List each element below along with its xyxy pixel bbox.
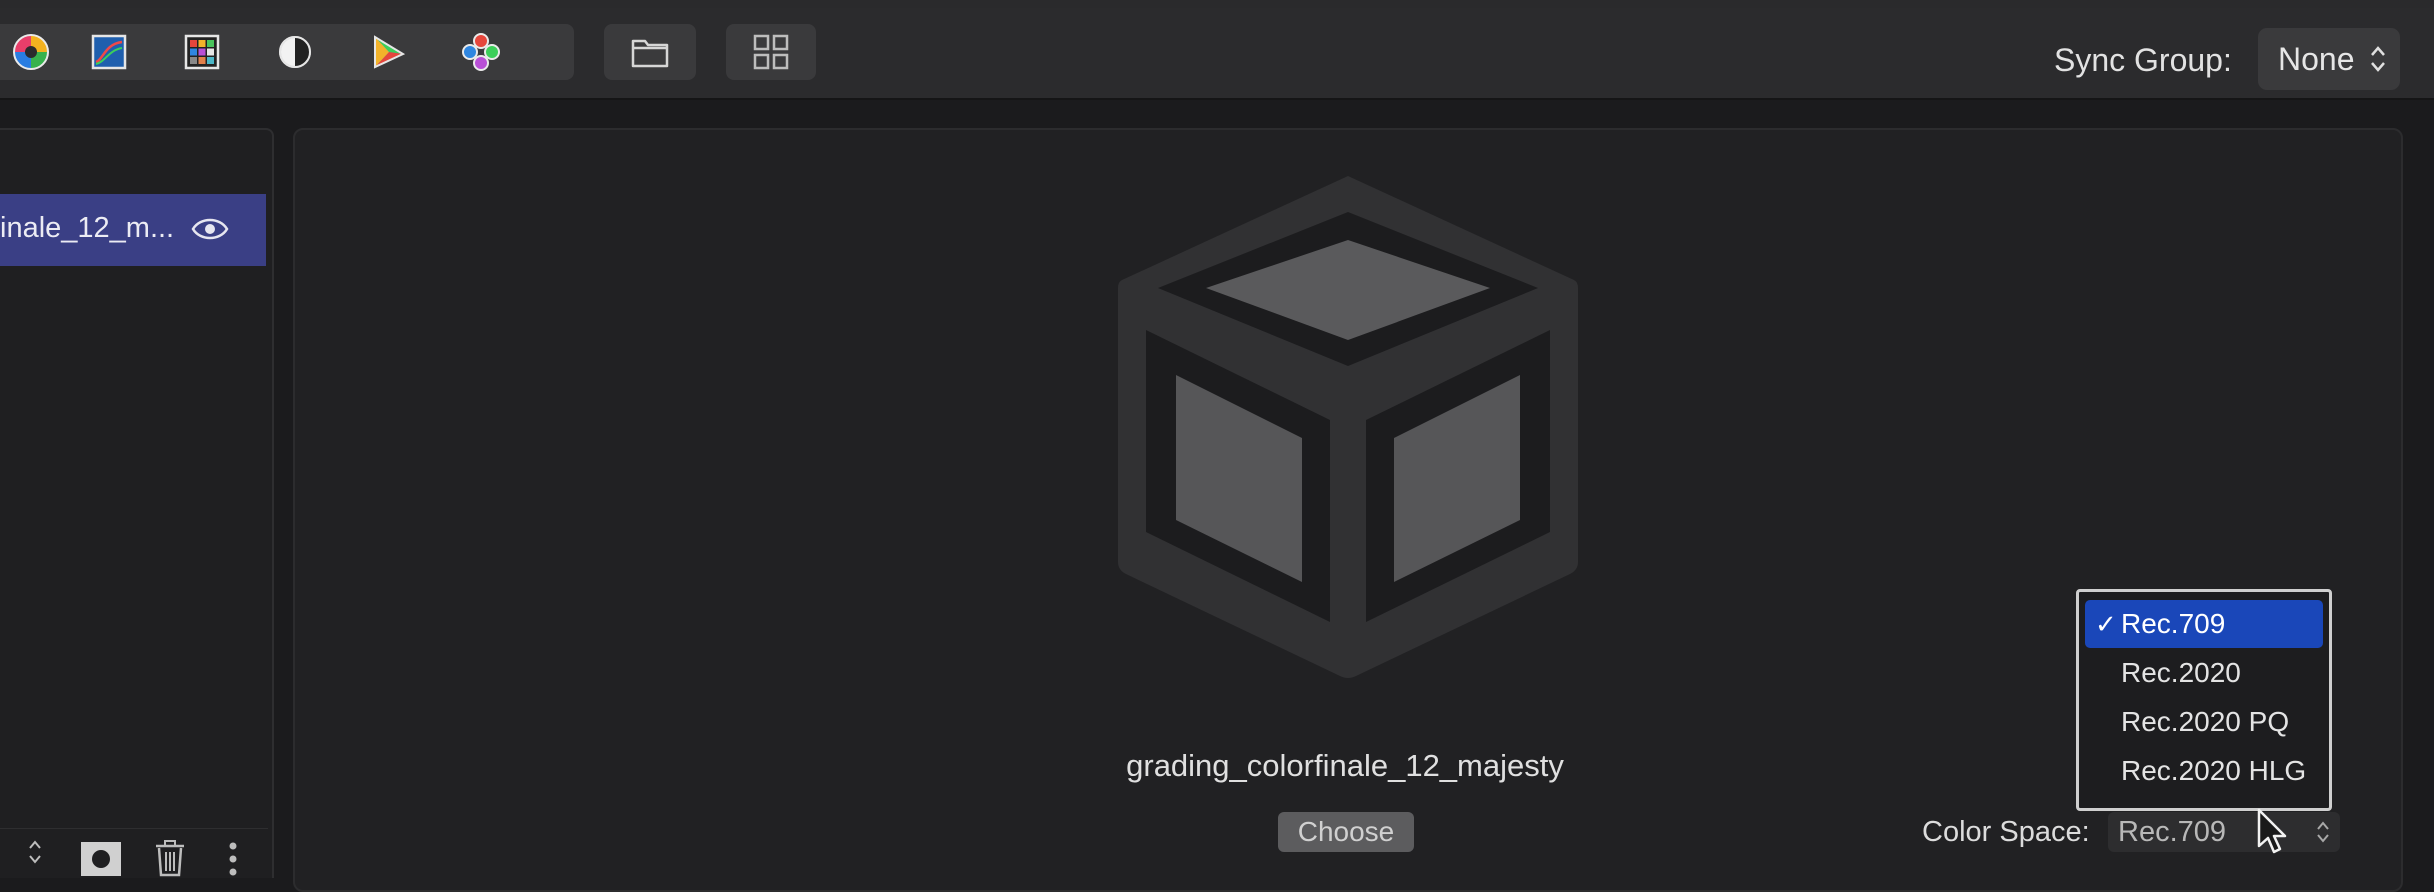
layer-row[interactable]: inale_12_m... xyxy=(0,194,266,266)
color-wheel-button[interactable] xyxy=(0,24,62,80)
chevron-updown-icon xyxy=(2371,46,2385,72)
cube-placeholder-icon xyxy=(1118,176,1578,678)
color-space-value: Rec.709 xyxy=(2118,815,2227,848)
color-wheel-icon xyxy=(13,34,49,70)
gamut-icon xyxy=(373,35,405,69)
color-space-select[interactable]: Rec.709 xyxy=(2108,812,2340,852)
color-space-option-rec2020[interactable]: Rec.2020 xyxy=(2085,649,2323,697)
color-space-option-rec2020-hlg[interactable]: Rec.2020 HLG xyxy=(2085,747,2323,795)
exposure-button[interactable] xyxy=(248,24,341,80)
layers-panel: inale_12_m... xyxy=(0,128,274,878)
color-curves-icon xyxy=(91,34,126,70)
option-label: Rec.2020 PQ xyxy=(2121,706,2290,737)
option-label: Rec.2020 HLG xyxy=(2121,755,2307,786)
sync-group-value: None xyxy=(2278,40,2355,77)
mask-icon[interactable] xyxy=(80,841,122,877)
color-board-button[interactable] xyxy=(155,24,248,80)
sync-group-label: Sync Group: xyxy=(2054,42,2232,78)
color-space-dropdown: ✓ Rec.709 Rec.2020 Rec.2020 PQ Rec.2020 … xyxy=(2076,589,2332,811)
toolbar: Sync Group: None xyxy=(0,8,2434,100)
color-space-option-rec709[interactable]: ✓ Rec.709 xyxy=(2085,600,2323,648)
sync-group-select[interactable]: None xyxy=(2258,28,2400,90)
option-label: Rec.709 xyxy=(2121,608,2226,639)
grid-view-button[interactable] xyxy=(726,24,816,80)
color-dots-icon xyxy=(461,33,500,71)
trash-icon[interactable] xyxy=(154,839,186,877)
preset-name: grading_colorfinale_12_majesty xyxy=(1126,748,1564,783)
color-curves-button[interactable] xyxy=(62,24,155,80)
choose-button[interactable]: Choose xyxy=(1278,812,1414,852)
grid-icon xyxy=(753,34,789,70)
color-space-label: Color Space: xyxy=(1922,816,2090,848)
browser-button[interactable] xyxy=(604,24,696,80)
exposure-icon xyxy=(278,36,311,68)
folder-icon xyxy=(631,39,669,68)
color-board-icon xyxy=(184,34,219,70)
more-options-icon[interactable] xyxy=(228,841,238,877)
chevron-updown-icon xyxy=(2317,821,2329,843)
color-space-option-rec2020-pq[interactable]: Rec.2020 PQ xyxy=(2085,698,2323,746)
color-dots-button[interactable] xyxy=(434,24,527,80)
checkmark-icon: ✓ xyxy=(2095,609,2117,639)
gamut-button[interactable] xyxy=(341,24,434,80)
layers-footer xyxy=(0,828,268,879)
chevron-updown-icon[interactable] xyxy=(28,839,42,865)
option-label: Rec.2020 xyxy=(2121,657,2241,688)
tool-group xyxy=(0,24,574,80)
eye-icon[interactable] xyxy=(190,214,230,244)
mouse-cursor-icon xyxy=(2257,808,2287,854)
layer-name: inale_12_m... xyxy=(0,212,175,244)
